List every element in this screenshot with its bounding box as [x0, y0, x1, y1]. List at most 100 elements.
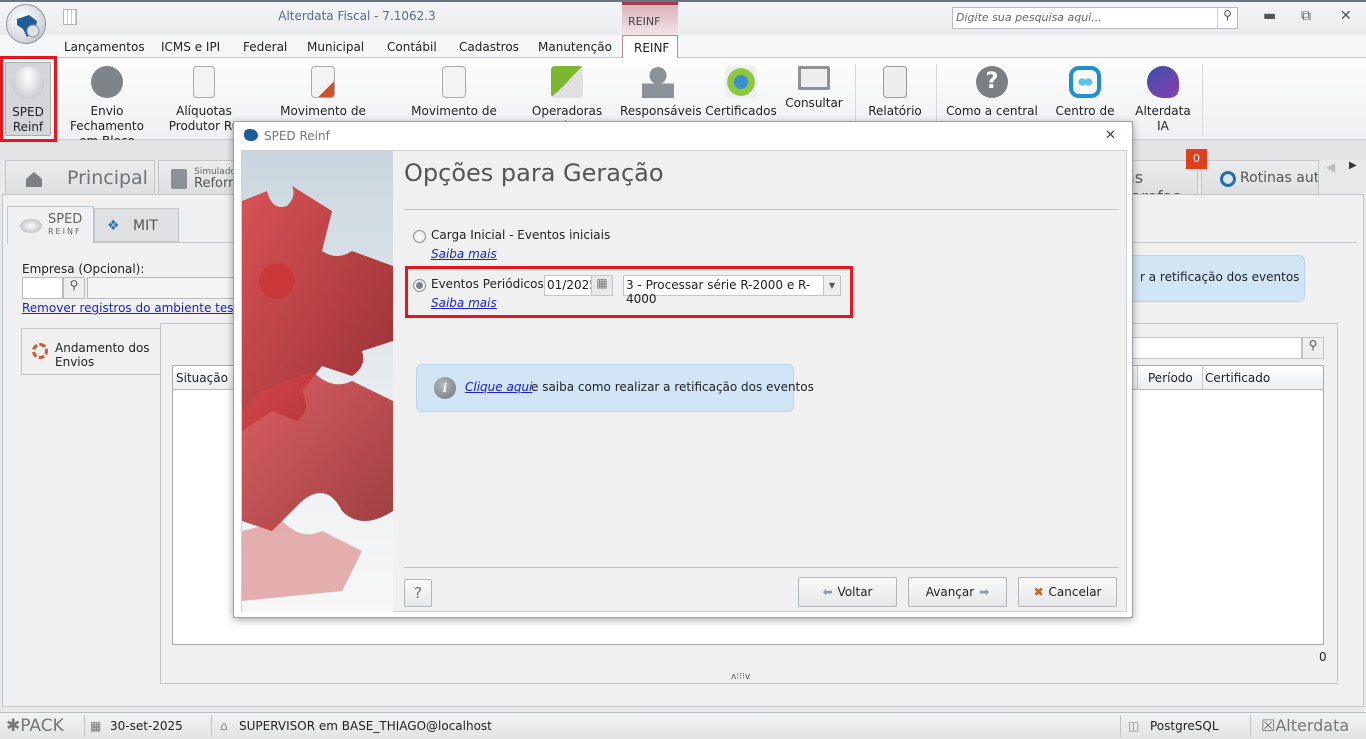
label: Alíquotas — [176, 104, 232, 118]
option-eventos-periodicos-label[interactable]: Eventos Periódicos — [431, 277, 544, 291]
dialog-title: SPED Reinf — [264, 129, 330, 143]
menu-manutencao[interactable]: Manutenção — [538, 40, 612, 54]
dialog-body: Opções para Geração Carga Inicial - Even… — [241, 150, 1127, 612]
menu-reinf[interactable]: REINF — [622, 35, 678, 59]
grid-search-input[interactable] — [1130, 337, 1302, 359]
process-select[interactable]: 3 - Processar série R-2000 e R-4000 ▼ — [623, 275, 841, 306]
ribbon-relatorio[interactable]: Relatório — [864, 62, 926, 119]
label: Produtor Ru — [168, 119, 240, 133]
period-input[interactable]: 01/2025 — [544, 275, 597, 296]
ribbon-certificados[interactable]: Certificados — [704, 62, 778, 119]
menu-lancamentos[interactable]: Lançamentos — [64, 40, 145, 54]
tab-principal[interactable]: Principal — [5, 160, 155, 195]
label: Movimento de — [411, 104, 497, 118]
subtab-mit[interactable]: ❖ MIT — [94, 208, 179, 242]
andamento-panel[interactable]: Andamento dos Envios — [21, 328, 161, 375]
divider — [84, 715, 85, 737]
splitter-handle[interactable]: ᴧ⁝⁝⁝v — [731, 672, 750, 682]
report-icon — [883, 66, 907, 98]
saiba-mais-link-2[interactable]: Saiba mais — [431, 296, 497, 310]
divider — [1202, 366, 1203, 390]
app-logo[interactable] — [6, 4, 46, 44]
label: Centro de — [1055, 104, 1115, 118]
menu-icms-ipi[interactable]: ICMS e IPI — [161, 40, 220, 54]
window-title: Alterdata Fiscal - 7.1062.3 — [278, 9, 436, 23]
tabs-scroll-right[interactable]: ▶ — [1349, 160, 1357, 171]
ribbon-movimento-2[interactable]: Movimento de — [406, 62, 502, 119]
status-date: 30-set-2025 — [110, 719, 183, 733]
tab-label: Principal — [67, 167, 148, 189]
search-input[interactable]: Digite sua pesquisa aqui... ⚲ — [952, 7, 1238, 29]
monitor-icon — [798, 66, 830, 90]
menu-municipal[interactable]: Municipal — [307, 40, 364, 54]
remove-test-records-link[interactable]: Remover registros do ambiente teste no — [22, 301, 264, 315]
empresa-search-button[interactable]: ⚲ — [63, 277, 85, 299]
minimize-button[interactable]: ▬ — [1263, 8, 1276, 24]
ribbon-centro[interactable]: Centro de — [1052, 62, 1118, 119]
ribbon-movimento-1[interactable]: Movimento de — [275, 62, 371, 119]
label: Alterdata — [1135, 104, 1191, 118]
highlight-box — [0, 56, 57, 142]
context-tab-label: REINF — [622, 2, 678, 35]
home-icon: ⌂ — [220, 719, 228, 733]
empresa-code-input[interactable] — [22, 277, 63, 299]
list-transfer-icon — [311, 66, 335, 98]
label: Certificados — [705, 104, 777, 118]
radio-carga-inicial[interactable] — [413, 230, 426, 243]
radio-eventos-periodicos[interactable] — [413, 279, 426, 292]
dialog-close-icon[interactable]: ✕ — [1105, 128, 1116, 143]
subtab-sped-reinf[interactable]: SPED REINF — [7, 206, 94, 243]
ribbon-consultar[interactable]: Consultar — [783, 62, 845, 111]
label: SPED — [48, 212, 83, 227]
tabs-scroll-left[interactable]: ◀ — [1326, 160, 1335, 174]
close-x-icon: ✖ — [1033, 585, 1044, 599]
pack-label: ✱PACK — [6, 716, 64, 736]
info-icon: i — [434, 377, 456, 399]
status-bar: ✱PACK ▦ 30-set-2025 ⌂ SUPERVISOR em BASE… — [0, 712, 1366, 739]
grid-search-button[interactable]: ⚲ — [1302, 337, 1324, 359]
label: Movimento de — [280, 104, 366, 118]
tab-rotinas[interactable]: Rotinas automa — [1201, 160, 1319, 195]
calendar-icon[interactable]: ▦ — [591, 275, 613, 296]
label: MIT — [133, 218, 158, 234]
certificate-icon — [725, 66, 757, 98]
avancar-button[interactable]: Avançar ➡ — [908, 577, 1007, 607]
list-document-icon — [442, 66, 466, 98]
menu-federal[interactable]: Federal — [243, 40, 287, 54]
tab-simulador[interactable]: Simulado Reform — [158, 160, 238, 195]
clique-aqui-link[interactable]: Clique aqui — [465, 380, 532, 394]
clock-refresh-icon — [1220, 171, 1236, 187]
ribbon-alterdata-ia[interactable]: Alterdata IA — [1130, 62, 1196, 134]
column-situacao[interactable]: Situação — [176, 371, 228, 385]
menu-cadastros[interactable]: Cadastros — [459, 40, 519, 54]
saiba-mais-link-1[interactable]: Saiba mais — [431, 247, 497, 261]
status-user: SUPERVISOR em BASE_THIAGO@localhost — [239, 719, 492, 733]
column-certificado[interactable]: Certificado — [1205, 371, 1270, 385]
label: Responsáveis — [620, 104, 702, 118]
chat-icon — [1069, 66, 1101, 98]
option-carga-inicial-label[interactable]: Carga Inicial - Eventos iniciais — [431, 228, 610, 242]
divider — [211, 715, 212, 737]
ribbon-responsaveis[interactable]: Responsáveis — [620, 62, 702, 119]
sped-reinf-dialog: SPED Reinf ✕ Opções para Geração Carga I… — [233, 121, 1133, 618]
divider — [1137, 366, 1138, 390]
search-icon[interactable]: ⚲ — [1217, 8, 1237, 28]
label: Avançar — [925, 585, 975, 599]
menu-contabil[interactable]: Contábil — [387, 40, 437, 54]
status-db: PostgreSQL — [1150, 719, 1219, 733]
info-banner-background: r a retificação dos eventos — [1130, 255, 1305, 302]
ribbon-envio-fechamento[interactable]: Envio Fechamentoem Bloco — [56, 62, 158, 149]
divider — [404, 209, 1118, 210]
chevron-down-icon[interactable]: ▼ — [823, 276, 840, 295]
ribbon-central[interactable]: ? Como a central — [946, 62, 1038, 119]
empresa-name-field[interactable] — [87, 277, 237, 299]
close-button[interactable]: ✕ — [1340, 8, 1352, 24]
cancelar-button[interactable]: ✖ Cancelar — [1018, 577, 1117, 607]
info-banner: i Clique aqui e saiba como realizar a re… — [416, 364, 814, 412]
progress-icon — [32, 343, 48, 359]
column-periodo[interactable]: Período — [1148, 371, 1193, 385]
help-button[interactable]: ? — [404, 579, 432, 607]
ribbon-aliquotas[interactable]: Alíquotas Produtor Ru — [168, 62, 240, 134]
voltar-button[interactable]: ⬅ Voltar — [798, 577, 897, 607]
restore-button[interactable]: ⧉ — [1301, 8, 1311, 24]
